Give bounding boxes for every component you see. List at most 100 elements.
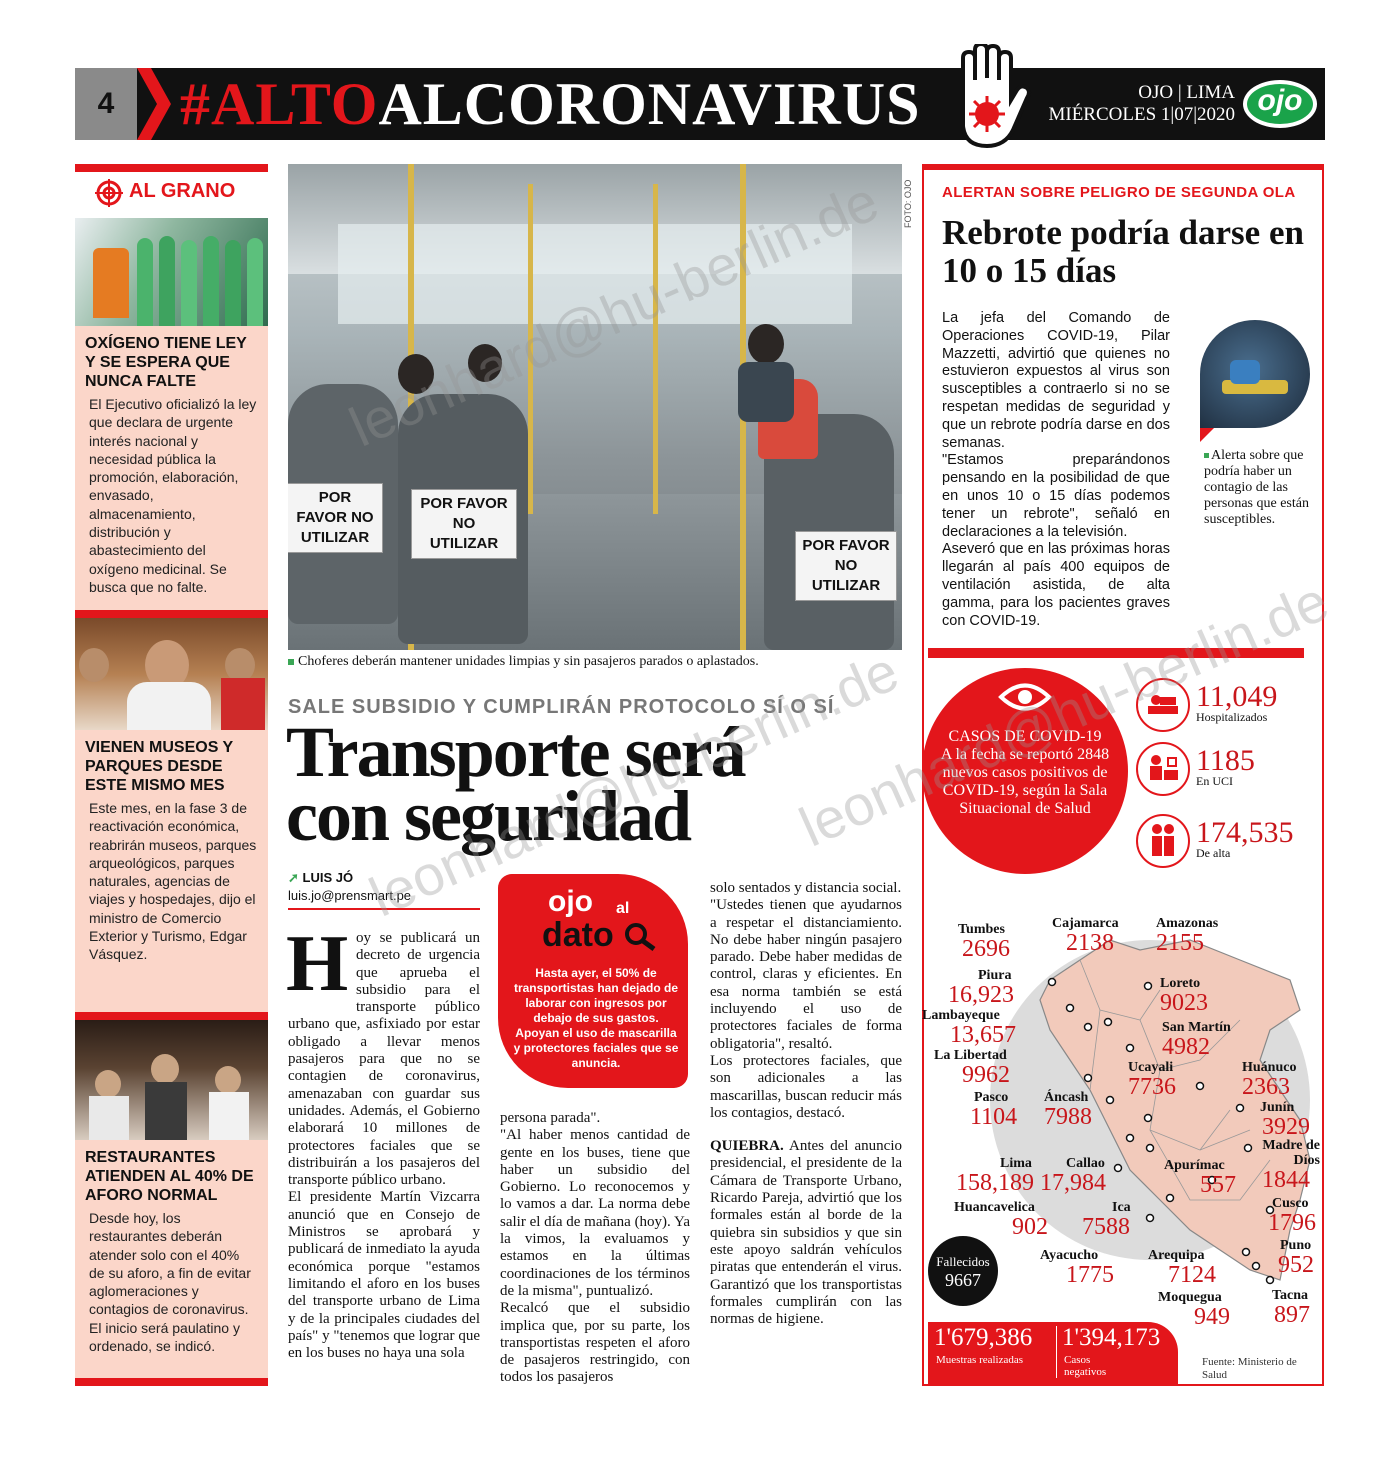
region-name: Callao (1066, 1156, 1105, 1171)
region-name: Puno (1280, 1238, 1312, 1253)
region-name: Ucayali (1128, 1060, 1174, 1075)
seat-sign: POR FAVOR NO UTILIZAR (796, 532, 896, 600)
section-title-white: ALCORONAVIRUS (378, 70, 921, 137)
restaurant-photo (75, 1020, 268, 1140)
stop-hand-icon (961, 44, 1031, 148)
deaths-label: Fallecidos (936, 1254, 990, 1269)
stat-label: Hospitalizados (1196, 710, 1268, 724)
stat-value: 11,049 (1196, 680, 1278, 713)
photo-corner (1200, 428, 1214, 442)
region-value: 7588 (1082, 1214, 1130, 1240)
icu-icon (1136, 742, 1190, 796)
region-value: 13,657 (950, 1022, 1016, 1048)
stat-label: De alta (1196, 846, 1231, 860)
hospital-photo (1200, 320, 1310, 428)
region-value: 158,189 (956, 1170, 1034, 1196)
region-value: 9962 (962, 1062, 1010, 1088)
region-name: Ica (1112, 1200, 1131, 1215)
dato-ojo: ojo (548, 885, 593, 918)
region-name: Pasco (974, 1090, 1009, 1105)
bottom-rule (75, 1378, 268, 1386)
tests-box: 1'679,386 Muestras realizadas 1'394,173 … (928, 1322, 1178, 1384)
subhead-quiebra: QUIEBRA. (710, 1138, 784, 1155)
section-title: #ALTO ALCORONAVIRUS (180, 70, 920, 138)
region-name: Cajamarca (1052, 916, 1119, 931)
header-date: MIÉRCOLES 1|07|2020 (1048, 104, 1235, 125)
region-name: Cusco (1272, 1196, 1309, 1211)
article-column-2: persona parada". "Al haber menos cantida… (500, 1110, 690, 1386)
source-note: Fuente: Ministerio de Salud (1202, 1356, 1297, 1381)
brief-body: Este mes, en la fase 3 de reactivación e… (89, 800, 257, 963)
region-value: 2138 (1066, 930, 1114, 956)
article-col3-b: Antes del anuncio presidencial, el presi… (710, 1138, 902, 1328)
seat-sign: POR FAVOR NO UTILIZAR (288, 484, 382, 552)
sidebar-body: La jefa del Comando de Operaciones COVID… (942, 310, 1170, 629)
region-value: 4982 (1162, 1034, 1210, 1060)
ojo-logo-text: ojo (1257, 84, 1303, 117)
region-name: Ayacucho (1040, 1248, 1099, 1263)
region-name: La Libertad (934, 1048, 1007, 1063)
brief-body: El Ejecutivo oficializó la ley que decla… (89, 396, 257, 595)
deaths-value: 9667 (945, 1270, 981, 1290)
region-name: Lima (1000, 1156, 1032, 1171)
region-value: 3929 (1262, 1114, 1310, 1140)
header-city: OJO | LIMA (1138, 82, 1235, 103)
stat-value: 1185 (1196, 744, 1255, 777)
sidebar-kicker: ALERTAN SOBRE PELIGRO DE SEGUNDA OLA (942, 184, 1296, 201)
left-top-rule (75, 164, 268, 172)
region-value: 952 (1278, 1252, 1314, 1278)
region-name: Lambayeque (922, 1008, 1000, 1023)
region-name: Arequipa (1148, 1248, 1205, 1263)
region-name: Huánuco (1242, 1060, 1297, 1075)
divider-rule (75, 610, 268, 618)
region-value: 1775 (1066, 1262, 1114, 1288)
photo-caption: Choferes deberán mantener unidades limpi… (288, 654, 759, 670)
minister-photo (75, 618, 268, 730)
brief-title: RESTAURANTES ATIENDEN AL 40% DE AFORO NO… (85, 1149, 254, 1204)
oxygen-photo (75, 218, 268, 326)
al-grano-header: AL GRANO (75, 172, 268, 218)
page-number: 4 (75, 68, 137, 140)
tests-value: 1'679,386 (934, 1324, 1033, 1351)
news-brief-oxygen: OXÍGENO TIENE LEY Y SE ESPERA QUE NUNCA … (75, 326, 268, 610)
magnifier-icon (625, 923, 656, 952)
region-name: Tumbes (958, 922, 1005, 937)
region-name: San Martín (1162, 1020, 1231, 1035)
region-name: Apurímac (1164, 1158, 1225, 1173)
ojo-al-dato-box: ojo al dato Hasta ayer, el 50% de transp… (498, 874, 688, 1088)
region-name: Huancavelica (954, 1200, 1035, 1215)
target-icon (95, 179, 123, 207)
region-value: 1796 (1268, 1210, 1316, 1236)
tests-label: Muestras realizadas (936, 1354, 1024, 1366)
region-value: 9023 (1160, 990, 1208, 1016)
dato-text: Hasta ayer, el 50% de transportistas han… (513, 966, 679, 1070)
al-grano-label: AL GRANO (129, 180, 236, 202)
header-dateline: OJO | LIMA MIÉRCOLES 1|07|2020 (1030, 82, 1235, 126)
sidebar-photo-caption: Alerta sobre que podría haber un contagi… (1204, 448, 1314, 528)
region-value: 16,923 (948, 982, 1014, 1008)
region-value: 1844 (1262, 1167, 1310, 1193)
stat-label: En UCI (1196, 774, 1233, 788)
negatives-label: Casos negativos (1064, 1354, 1107, 1378)
region-value: 2155 (1156, 930, 1204, 956)
region-name: Amazonas (1156, 916, 1219, 931)
deaths-badge: Fallecidos 9667 (928, 1236, 998, 1306)
region-value: 949 (1194, 1304, 1230, 1330)
sidebar-photo-caption-text: Alerta sobre que podría haber un contagi… (1204, 448, 1309, 527)
brief-title: VIENEN MUSEOS Y PARQUES DESDE ESTE MISMO… (85, 739, 233, 794)
byline-arrow-icon: ➚ (288, 870, 303, 885)
caption-bullet-icon (1204, 453, 1209, 459)
negatives-value: 1'394,173 (1062, 1324, 1161, 1351)
caption-bullet-icon (288, 658, 294, 665)
region-name: Áncash (1044, 1090, 1089, 1105)
photo-credit: FOTO: OJO (903, 179, 913, 228)
article-column-3: solo sentados y distancia social. "Usted… (710, 880, 902, 1328)
news-brief-museums: VIENEN MUSEOS Y PARQUES DESDE ESTE MISMO… (75, 730, 268, 1012)
region-value: 2363 (1242, 1074, 1290, 1100)
article-column-1: oy se publicará un decreto de urgencia q… (288, 930, 480, 1362)
section-title-red: #ALTO (180, 70, 379, 137)
region-value: 2696 (962, 936, 1010, 962)
region-value: 897 (1274, 1302, 1310, 1328)
tests-divider (1056, 1326, 1057, 1378)
region-value: 7988 (1044, 1104, 1092, 1130)
